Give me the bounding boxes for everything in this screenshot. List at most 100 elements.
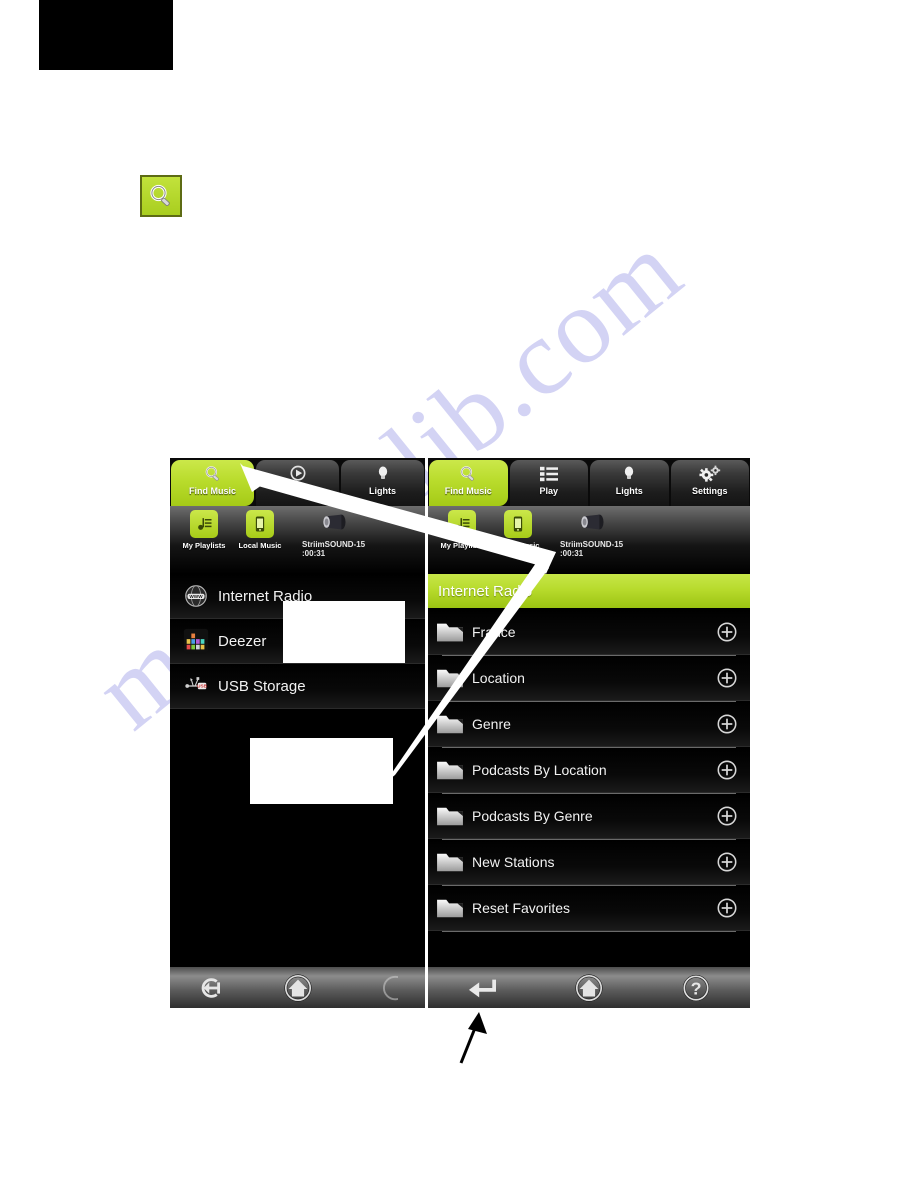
- table-cell-label: Podcasts By Genre: [472, 808, 593, 824]
- page-root: manualslib.com Find Music: [0, 0, 918, 1188]
- pointer-to-back-button-head: [468, 1012, 487, 1034]
- usb-icon: USB: [178, 672, 214, 700]
- table-cell-label: Genre: [472, 716, 511, 732]
- cutoff-button[interactable]: [366, 971, 400, 1005]
- folder-icon: [432, 712, 468, 736]
- table-cell-label: New Stations: [472, 854, 555, 870]
- magnifier-icon: [150, 184, 170, 206]
- pointer-to-back-button: [459, 1022, 479, 1064]
- tab-label: Play: [539, 486, 558, 496]
- phone-icon: [504, 510, 532, 538]
- tab-lights[interactable]: Lights: [341, 460, 424, 506]
- add-icon[interactable]: [712, 805, 742, 827]
- question-mark-icon: ?: [683, 974, 710, 1001]
- playlist-icon: [190, 510, 218, 538]
- back-enter-arrow-icon: [468, 979, 496, 997]
- tab-find-music[interactable]: Find Music: [429, 460, 508, 506]
- right-shortcut-strip: My Playlists Local Music StriimSOUND-15 …: [428, 506, 750, 574]
- left-tab-bar: Find Music Play Lights: [170, 458, 425, 506]
- section-title: Internet Radio: [438, 582, 533, 600]
- device-name: StriimSOUND-15: [302, 540, 366, 549]
- tab-label: Find Music: [189, 486, 236, 496]
- home-button[interactable]: [572, 971, 606, 1005]
- tab-label: Find Music: [444, 486, 492, 496]
- tab-settings[interactable]: Settings: [670, 460, 749, 506]
- magnifier-icon: [458, 463, 478, 485]
- home-icon: [283, 973, 312, 1002]
- row-separator: [442, 931, 736, 932]
- blank-callout-lower: [250, 738, 393, 804]
- home-button[interactable]: [281, 971, 315, 1005]
- left-bottom-bar: [170, 966, 425, 1008]
- folder-icon: [432, 758, 468, 782]
- left-device-screen: Find Music Play Lights My Playlists Loca…: [170, 458, 425, 1008]
- list-item-label: USB Storage: [218, 677, 306, 695]
- add-icon[interactable]: [712, 897, 742, 919]
- add-icon[interactable]: [712, 759, 742, 781]
- shortcut-local-music[interactable]: Local Music: [232, 510, 288, 550]
- speaker-icon: [578, 512, 606, 537]
- table-row[interactable]: Podcasts By Location: [428, 748, 750, 793]
- speaker-icon: [320, 512, 348, 537]
- folder-icon: [432, 804, 468, 828]
- active-device[interactable]: StriimSOUND-15 :00:31: [560, 510, 623, 558]
- redacted-title-block: [39, 0, 173, 70]
- tab-label: Settings: [691, 486, 728, 496]
- table-row[interactable]: Podcasts By Genre: [428, 794, 750, 839]
- tab-lights[interactable]: Lights: [590, 460, 669, 506]
- svg-text:USB: USB: [197, 684, 207, 689]
- back-button[interactable]: [465, 971, 499, 1005]
- table-row[interactable]: New Stations: [428, 840, 750, 885]
- add-icon[interactable]: [712, 621, 742, 643]
- device-name: StriimSOUND-15: [560, 540, 624, 549]
- lightbulb-icon: [373, 463, 393, 485]
- magnifier-icon: [203, 463, 223, 485]
- left-shortcut-strip: My Playlists Local Music StriimSOUND-15 …: [170, 506, 425, 574]
- exit-arrow-icon: [201, 977, 220, 998]
- svg-text:?: ?: [691, 978, 702, 998]
- tab-play[interactable]: Play: [509, 460, 588, 506]
- playlist-icon: [448, 510, 476, 538]
- table-cell-label: Location: [472, 670, 525, 686]
- table-cell-label: Podcasts By Location: [472, 762, 607, 778]
- folder-icon: [432, 896, 468, 920]
- folder-icon: [432, 850, 468, 874]
- gears-icon: [698, 463, 722, 485]
- table-row[interactable]: Reset Favorites: [428, 886, 750, 931]
- shortcut-label: My Playlists: [440, 541, 484, 550]
- add-icon[interactable]: [712, 713, 742, 735]
- add-icon[interactable]: [712, 667, 742, 689]
- magnifier-icon-badge: [140, 175, 182, 217]
- list-lines-icon: [538, 463, 560, 485]
- list-item[interactable]: USB USB Storage: [170, 664, 425, 709]
- tab-label: Play: [288, 486, 307, 496]
- svg-text:WWW: WWW: [189, 594, 203, 599]
- table-row[interactable]: Genre: [428, 702, 750, 747]
- shortcut-my-playlists[interactable]: My Playlists: [176, 510, 232, 550]
- exit-button[interactable]: [196, 971, 230, 1005]
- table-cell-label: France: [472, 624, 516, 640]
- tab-label: Lights: [369, 486, 396, 496]
- tab-find-music[interactable]: Find Music: [171, 460, 254, 506]
- shortcut-label: My Playlists: [182, 541, 226, 550]
- active-device[interactable]: StriimSOUND-15 :00:31: [302, 510, 365, 558]
- shortcut-label: Local Music: [496, 541, 540, 550]
- right-bottom-bar: ?: [428, 966, 750, 1008]
- blank-callout-upper: [283, 601, 405, 663]
- tab-play[interactable]: Play: [256, 460, 339, 506]
- table-cell-label: Reset Favorites: [472, 900, 571, 916]
- help-button[interactable]: ?: [679, 971, 713, 1005]
- right-device-screen: Find Music Play Lights Settings My Playl…: [428, 458, 750, 1008]
- table-row[interactable]: France: [428, 610, 750, 655]
- add-icon[interactable]: [712, 851, 742, 873]
- tab-label: Lights: [615, 486, 643, 496]
- phone-icon: [246, 510, 274, 538]
- shortcut-label: Local Music: [238, 541, 282, 550]
- shortcut-my-playlists[interactable]: My Playlists: [434, 510, 490, 550]
- globe-www-icon: WWW: [178, 582, 214, 610]
- table-row[interactable]: Location: [428, 656, 750, 701]
- lightbulb-icon: [619, 463, 639, 485]
- shortcut-local-music[interactable]: Local Music: [490, 510, 546, 550]
- home-icon: [575, 973, 603, 1002]
- section-header: Internet Radio: [428, 574, 750, 610]
